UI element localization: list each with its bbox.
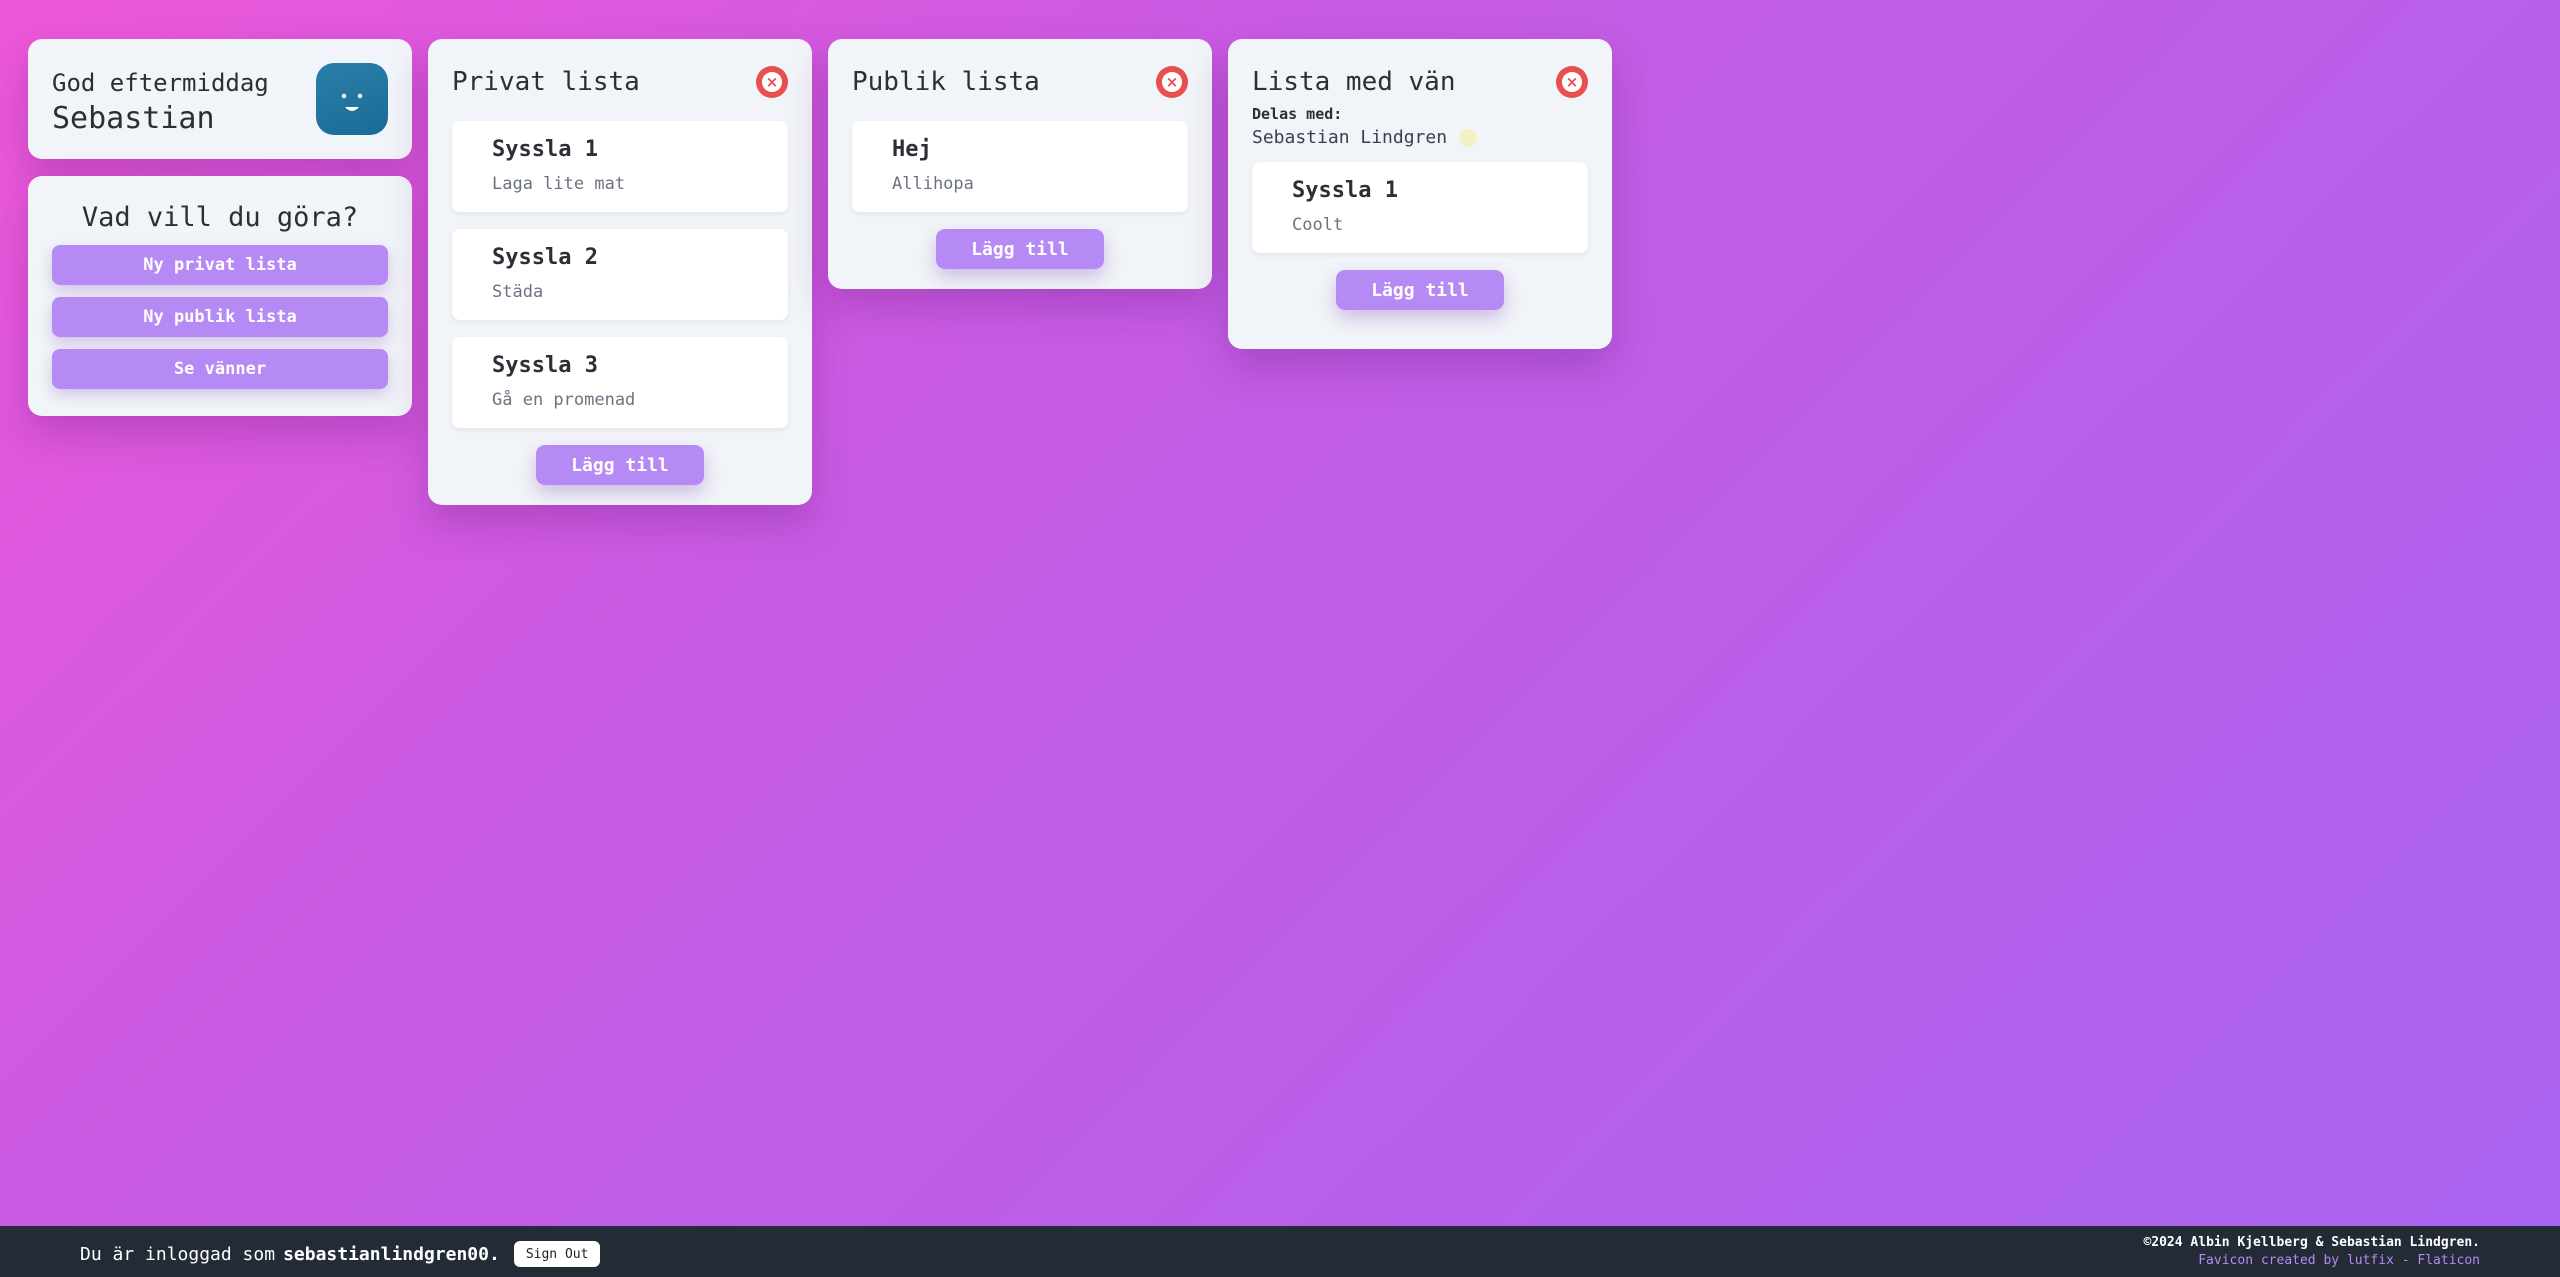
- add-task-button[interactable]: Lägg till: [1336, 270, 1504, 310]
- task-description: Allihopa: [892, 174, 974, 194]
- see-friends-button[interactable]: Se vänner: [52, 349, 388, 389]
- list-title: Publik lista: [852, 67, 1040, 97]
- task-title: Syssla 1: [492, 137, 598, 162]
- login-status: Du är inloggad som sebastianlindgren00. …: [80, 1241, 601, 1267]
- smiley-icon: [341, 93, 363, 111]
- task-item[interactable]: Hej Allihopa: [852, 121, 1188, 212]
- actions-card: Vad vill du göra? Ny privat lista Ny pub…: [28, 176, 412, 416]
- task-title: Hej: [892, 137, 932, 162]
- actions-title: Vad vill du göra?: [81, 202, 359, 233]
- shared-with-label: Delas med:: [1252, 105, 1343, 123]
- task-title: Syssla 1: [1292, 178, 1398, 203]
- copyright-text: ©2024 Albin Kjellberg & Sebastian Lindgr…: [2143, 1235, 2480, 1250]
- delete-list-button[interactable]: ×: [1156, 66, 1188, 98]
- new-public-list-button[interactable]: Ny publik lista: [52, 297, 388, 337]
- shared-list-card: Lista med vän × Delas med: Sebastian Lin…: [1228, 39, 1612, 349]
- login-prefix: Du är inloggad som: [80, 1243, 276, 1265]
- new-private-list-button[interactable]: Ny privat lista: [52, 245, 388, 285]
- shared-user-name: Sebastian Lindgren: [1252, 127, 1448, 148]
- task-item[interactable]: Syssla 1 Laga lite mat: [452, 121, 788, 212]
- list-title: Privat lista: [452, 67, 640, 97]
- task-item[interactable]: Syssla 3 Gå en promenad: [452, 337, 788, 428]
- shared-with-user: Sebastian Lindgren: [1252, 127, 1588, 148]
- avatar: [316, 63, 388, 135]
- task-title: Syssla 2: [492, 245, 598, 270]
- user-status-dot: [1459, 128, 1478, 147]
- delete-list-button[interactable]: ×: [1556, 66, 1588, 98]
- task-title: Syssla 3: [492, 353, 598, 378]
- task-item[interactable]: Syssla 1 Coolt: [1252, 162, 1588, 253]
- username: sebastianlindgren00.: [283, 1243, 500, 1265]
- add-task-button[interactable]: Lägg till: [936, 229, 1104, 269]
- favicon-credit-link[interactable]: Favicon created by lutfix - Flaticon: [2143, 1252, 2480, 1270]
- delete-list-button[interactable]: ×: [756, 66, 788, 98]
- public-list-card: Publik lista × Hej Allihopa Lägg till: [828, 39, 1212, 289]
- greeting-card: God eftermiddag Sebastian: [28, 39, 412, 159]
- list-title: Lista med vän: [1252, 67, 1456, 97]
- close-icon: ×: [1162, 72, 1182, 92]
- close-icon: ×: [1562, 72, 1582, 92]
- close-icon: ×: [762, 72, 782, 92]
- private-list-card: Privat lista × Syssla 1 Laga lite mat Sy…: [428, 39, 812, 505]
- task-description: Gå en promenad: [492, 390, 636, 410]
- task-description: Städa: [492, 282, 544, 302]
- credits: ©2024 Albin Kjellberg & Sebastian Lindgr…: [2143, 1234, 2480, 1270]
- footer: Du är inloggad som sebastianlindgren00. …: [0, 1226, 2560, 1277]
- task-item[interactable]: Syssla 2 Städa: [452, 229, 788, 320]
- add-task-button[interactable]: Lägg till: [536, 445, 704, 485]
- task-description: Coolt: [1292, 215, 1344, 235]
- sign-out-button[interactable]: Sign Out: [513, 1241, 601, 1267]
- task-description: Laga lite mat: [492, 174, 626, 194]
